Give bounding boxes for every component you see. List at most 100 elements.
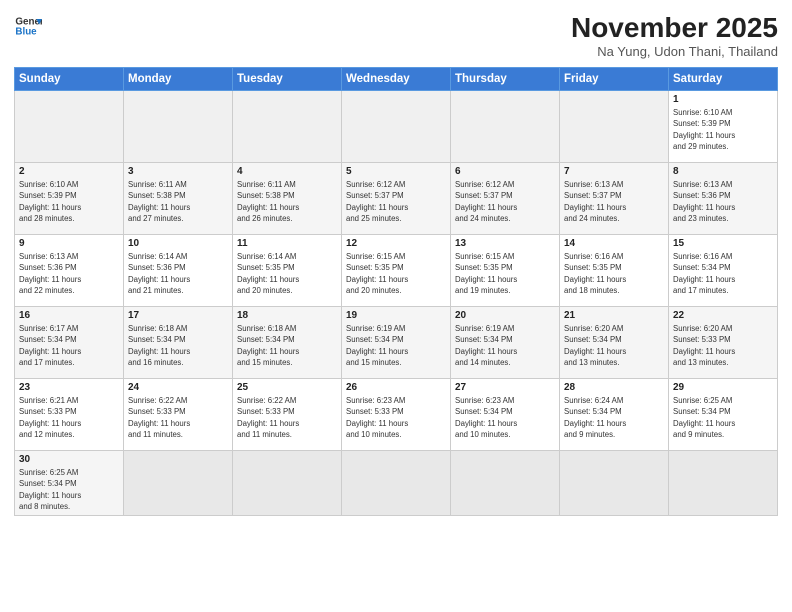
day-number: 30 xyxy=(19,454,119,465)
day-number: 15 xyxy=(673,238,773,249)
table-row: 10 Sunrise: 6:14 AM Sunset: 5:36 PM Dayli… xyxy=(124,235,233,307)
day-number: 26 xyxy=(346,382,446,393)
day-info: Sunrise: 6:22 AM Sunset: 5:33 PM Dayligh… xyxy=(237,395,337,440)
day-info: Sunrise: 6:12 AM Sunset: 5:37 PM Dayligh… xyxy=(455,179,555,224)
day-number: 23 xyxy=(19,382,119,393)
day-number: 27 xyxy=(455,382,555,393)
table-row: 2 Sunrise: 6:10 AM Sunset: 5:39 PM Daylig… xyxy=(15,163,124,235)
header-friday: Friday xyxy=(560,68,669,91)
day-number: 14 xyxy=(564,238,664,249)
table-row xyxy=(15,91,124,163)
day-info: Sunrise: 6:17 AM Sunset: 5:34 PM Dayligh… xyxy=(19,323,119,368)
day-info: Sunrise: 6:23 AM Sunset: 5:34 PM Dayligh… xyxy=(455,395,555,440)
day-info: Sunrise: 6:18 AM Sunset: 5:34 PM Dayligh… xyxy=(237,323,337,368)
day-number: 12 xyxy=(346,238,446,249)
table-row xyxy=(342,91,451,163)
day-info: Sunrise: 6:18 AM Sunset: 5:34 PM Dayligh… xyxy=(128,323,228,368)
header-monday: Monday xyxy=(124,68,233,91)
day-info: Sunrise: 6:10 AM Sunset: 5:39 PM Dayligh… xyxy=(19,179,119,224)
calendar-week-row: 30Sunrise: 6:25 AM Sunset: 5:34 PM Dayli… xyxy=(15,451,778,516)
location: Na Yung, Udon Thani, Thailand xyxy=(571,44,778,59)
page: General Blue November 2025 Na Yung, Udon… xyxy=(0,0,792,612)
day-number: 2 xyxy=(19,166,119,177)
table-row xyxy=(124,91,233,163)
day-info: Sunrise: 6:16 AM Sunset: 5:35 PM Dayligh… xyxy=(564,251,664,296)
table-row: 23 Sunrise: 6:21 AM Sunset: 5:33 PM Dayli… xyxy=(15,379,124,451)
table-row: 11 Sunrise: 6:14 AM Sunset: 5:35 PM Dayli… xyxy=(233,235,342,307)
day-number: 4 xyxy=(237,166,337,177)
day-number: 21 xyxy=(564,310,664,321)
table-row: 3 Sunrise: 6:11 AM Sunset: 5:38 PM Daylig… xyxy=(124,163,233,235)
table-row: 8Sunrise: 6:13 AM Sunset: 5:36 PM Daylig… xyxy=(669,163,778,235)
day-info: Sunrise: 6:23 AM Sunset: 5:33 PM Dayligh… xyxy=(346,395,446,440)
day-number: 18 xyxy=(237,310,337,321)
table-row: 15 Sunrise: 6:16 AM Sunset: 5:34 PM Dayli… xyxy=(669,235,778,307)
calendar-week-row: 9Sunrise: 6:13 AM Sunset: 5:36 PM Daylig… xyxy=(15,235,778,307)
day-info: Sunrise: 6:11 AM Sunset: 5:38 PM Dayligh… xyxy=(128,179,228,224)
title-block: November 2025 Na Yung, Udon Thani, Thail… xyxy=(571,12,778,59)
table-row: 5Sunrise: 6:12 AM Sunset: 5:37 PM Daylig… xyxy=(342,163,451,235)
day-info: Sunrise: 6:20 AM Sunset: 5:34 PM Dayligh… xyxy=(564,323,664,368)
day-info: Sunrise: 6:25 AM Sunset: 5:34 PM Dayligh… xyxy=(673,395,773,440)
calendar-week-row: 16 Sunrise: 6:17 AM Sunset: 5:34 PM Dayli… xyxy=(15,307,778,379)
calendar: Sunday Monday Tuesday Wednesday Thursday… xyxy=(14,67,778,516)
table-row: 16 Sunrise: 6:17 AM Sunset: 5:34 PM Dayli… xyxy=(15,307,124,379)
day-number: 1 xyxy=(673,94,773,105)
day-info: Sunrise: 6:21 AM Sunset: 5:33 PM Dayligh… xyxy=(19,395,119,440)
day-info: Sunrise: 6:10 AM Sunset: 5:39 PM Dayligh… xyxy=(673,107,773,152)
day-number: 9 xyxy=(19,238,119,249)
day-number: 11 xyxy=(237,238,337,249)
day-info: Sunrise: 6:14 AM Sunset: 5:35 PM Dayligh… xyxy=(237,251,337,296)
table-row: 9Sunrise: 6:13 AM Sunset: 5:36 PM Daylig… xyxy=(15,235,124,307)
table-row: 4 Sunrise: 6:11 AM Sunset: 5:38 PM Daylig… xyxy=(233,163,342,235)
table-row xyxy=(233,451,342,516)
table-row: 17Sunrise: 6:18 AM Sunset: 5:34 PM Dayli… xyxy=(124,307,233,379)
table-row: 22 Sunrise: 6:20 AM Sunset: 5:33 PM Dayli… xyxy=(669,307,778,379)
day-info: Sunrise: 6:15 AM Sunset: 5:35 PM Dayligh… xyxy=(346,251,446,296)
header-tuesday: Tuesday xyxy=(233,68,342,91)
day-number: 6 xyxy=(455,166,555,177)
header-wednesday: Wednesday xyxy=(342,68,451,91)
header-saturday: Saturday xyxy=(669,68,778,91)
day-number: 16 xyxy=(19,310,119,321)
day-info: Sunrise: 6:16 AM Sunset: 5:34 PM Dayligh… xyxy=(673,251,773,296)
day-info: Sunrise: 6:11 AM Sunset: 5:38 PM Dayligh… xyxy=(237,179,337,224)
day-number: 7 xyxy=(564,166,664,177)
logo-icon: General Blue xyxy=(14,12,42,40)
table-row: 30Sunrise: 6:25 AM Sunset: 5:34 PM Dayli… xyxy=(15,451,124,516)
day-info: Sunrise: 6:12 AM Sunset: 5:37 PM Dayligh… xyxy=(346,179,446,224)
day-number: 3 xyxy=(128,166,228,177)
month-title: November 2025 xyxy=(571,12,778,44)
calendar-week-row: 23 Sunrise: 6:21 AM Sunset: 5:33 PM Dayli… xyxy=(15,379,778,451)
weekday-header-row: Sunday Monday Tuesday Wednesday Thursday… xyxy=(15,68,778,91)
table-row: 6 Sunrise: 6:12 AM Sunset: 5:37 PM Daylig… xyxy=(451,163,560,235)
table-row xyxy=(560,91,669,163)
table-row xyxy=(560,451,669,516)
day-number: 25 xyxy=(237,382,337,393)
logo: General Blue xyxy=(14,12,42,40)
table-row xyxy=(124,451,233,516)
table-row: 24Sunrise: 6:22 AM Sunset: 5:33 PM Dayli… xyxy=(124,379,233,451)
day-number: 29 xyxy=(673,382,773,393)
day-number: 10 xyxy=(128,238,228,249)
header-thursday: Thursday xyxy=(451,68,560,91)
table-row xyxy=(451,91,560,163)
day-number: 20 xyxy=(455,310,555,321)
table-row: 27 Sunrise: 6:23 AM Sunset: 5:34 PM Dayli… xyxy=(451,379,560,451)
day-info: Sunrise: 6:24 AM Sunset: 5:34 PM Dayligh… xyxy=(564,395,664,440)
day-info: Sunrise: 6:14 AM Sunset: 5:36 PM Dayligh… xyxy=(128,251,228,296)
day-info: Sunrise: 6:20 AM Sunset: 5:33 PM Dayligh… xyxy=(673,323,773,368)
day-number: 28 xyxy=(564,382,664,393)
svg-text:Blue: Blue xyxy=(15,26,37,37)
table-row xyxy=(342,451,451,516)
table-row xyxy=(669,451,778,516)
table-row: 20Sunrise: 6:19 AM Sunset: 5:34 PM Dayli… xyxy=(451,307,560,379)
table-row: 1 Sunrise: 6:10 AM Sunset: 5:39 PM Daylig… xyxy=(669,91,778,163)
table-row: 14 Sunrise: 6:16 AM Sunset: 5:35 PM Dayli… xyxy=(560,235,669,307)
day-info: Sunrise: 6:22 AM Sunset: 5:33 PM Dayligh… xyxy=(128,395,228,440)
day-number: 22 xyxy=(673,310,773,321)
table-row xyxy=(233,91,342,163)
table-row: 12 Sunrise: 6:15 AM Sunset: 5:35 PM Dayli… xyxy=(342,235,451,307)
header: General Blue November 2025 Na Yung, Udon… xyxy=(14,12,778,59)
calendar-week-row: 2 Sunrise: 6:10 AM Sunset: 5:39 PM Daylig… xyxy=(15,163,778,235)
